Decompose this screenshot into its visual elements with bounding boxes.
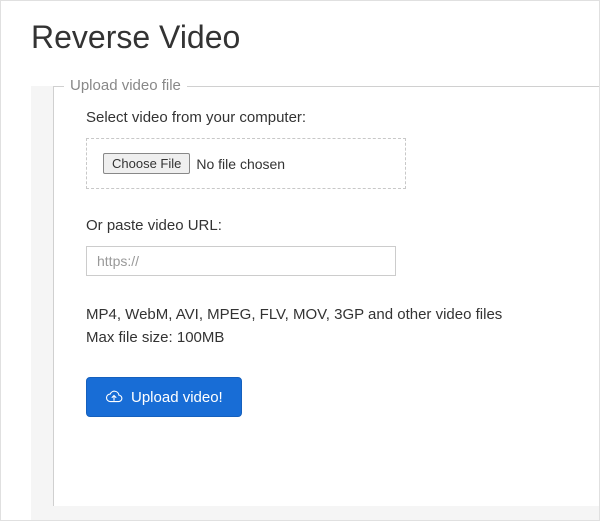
choose-file-button[interactable]: Choose File bbox=[103, 153, 190, 174]
page-container: Reverse Video Upload video file Select v… bbox=[0, 0, 600, 521]
video-url-input[interactable] bbox=[86, 246, 396, 276]
cloud-upload-icon bbox=[105, 388, 123, 406]
upload-video-button[interactable]: Upload video! bbox=[86, 377, 242, 417]
upload-fieldset: Upload video file Select video from your… bbox=[53, 86, 599, 506]
fieldset-legend: Upload video file bbox=[64, 77, 187, 94]
file-drop-area[interactable]: Choose File No file chosen bbox=[86, 138, 406, 189]
file-status-text: No file chosen bbox=[196, 156, 285, 172]
info-text: MP4, WebM, AVI, MPEG, FLV, MOV, 3GP and … bbox=[86, 304, 567, 349]
page-title: Reverse Video bbox=[1, 1, 599, 68]
select-computer-label: Select video from your computer: bbox=[86, 109, 567, 126]
upload-button-label: Upload video! bbox=[131, 389, 223, 406]
max-file-size-text: Max file size: 100MB bbox=[86, 327, 567, 350]
paste-url-label: Or paste video URL: bbox=[86, 217, 567, 234]
supported-formats-text: MP4, WebM, AVI, MPEG, FLV, MOV, 3GP and … bbox=[86, 304, 567, 327]
inner-panel: Upload video file Select video from your… bbox=[31, 86, 599, 521]
